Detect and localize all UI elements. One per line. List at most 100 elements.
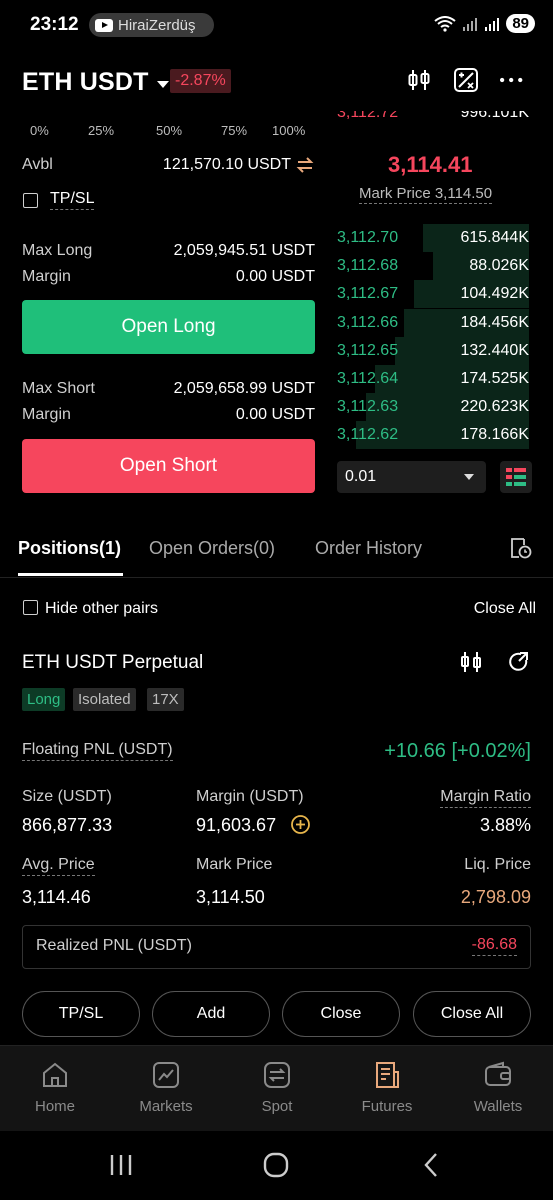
bid-qty: 88.026K <box>469 257 529 275</box>
transfer-icon[interactable] <box>296 157 314 173</box>
home-button-icon[interactable] <box>262 1151 290 1179</box>
bid-price: 3,112.68 <box>337 257 399 275</box>
price-change-badge: -2.87% <box>170 69 231 93</box>
tab-positions[interactable]: Positions(1) <box>18 538 121 559</box>
margin-value: 91,603.67 <box>196 815 277 835</box>
bid-price: 3,112.63 <box>337 398 399 416</box>
battery-indicator: 89 <box>506 14 535 33</box>
last-price: 3,114.41 <box>388 152 473 177</box>
bid-row[interactable]: 3,112.66 184.456K <box>337 308 529 337</box>
short-margin-value: 0.00 USDT <box>235 406 315 423</box>
margin-mode-tag: Isolated <box>73 688 136 711</box>
percent-mark[interactable]: 0% <box>30 123 49 138</box>
ask-qty: 996.101K <box>460 111 529 121</box>
top-ask-row[interactable]: 3,112.72 996.101K <box>337 111 529 128</box>
margin-ratio-value: 3.88% <box>479 815 531 835</box>
bid-row[interactable]: 3,112.70 615.844K <box>337 224 529 252</box>
nav-spot[interactable]: Spot <box>232 1060 322 1115</box>
realized-pnl-label: Realized PNL (USDT) <box>36 937 192 954</box>
wifi-icon <box>434 15 456 32</box>
tpsl-button[interactable]: TP/SL <box>22 991 140 1037</box>
hide-other-pairs-label[interactable]: Hide other pairs <box>45 600 158 618</box>
close-button[interactable]: Close <box>282 991 400 1037</box>
margin-ratio-label[interactable]: Margin Ratio <box>440 788 531 808</box>
add-margin-icon[interactable] <box>290 814 311 835</box>
floating-pnl-value: +10.66 [+0.02%] <box>384 740 531 762</box>
bid-price: 3,112.67 <box>337 285 399 303</box>
close-all-button[interactable]: Close All <box>413 991 531 1037</box>
add-button[interactable]: Add <box>152 991 270 1037</box>
floating-pnl-label[interactable]: Floating PNL (USDT) <box>22 741 173 761</box>
size-value: 866,877.33 <box>22 815 113 835</box>
bid-row[interactable]: 3,112.64 174.525K <box>337 365 529 393</box>
tabs-divider <box>0 577 553 578</box>
recent-apps-icon[interactable] <box>108 1153 134 1177</box>
bid-price: 3,112.70 <box>337 229 399 246</box>
max-long-label: Max Long <box>22 242 93 259</box>
active-tab-indicator <box>18 573 123 576</box>
status-time: 23:12 <box>30 14 79 35</box>
chevron-down-icon <box>156 81 169 88</box>
open-long-button[interactable]: Open Long <box>22 300 315 354</box>
bid-price: 3,112.66 <box>337 313 399 331</box>
orderbook-mark-price: Mark Price 3,114.50 <box>359 185 493 204</box>
bid-row[interactable]: 3,112.62 178.166K <box>337 421 529 450</box>
hide-other-pairs-checkbox[interactable] <box>23 600 38 615</box>
wallet-icon <box>485 1061 511 1086</box>
percent-mark[interactable]: 50% <box>156 123 182 138</box>
depth-select[interactable]: 0.01 <box>337 461 486 493</box>
percent-mark[interactable]: 25% <box>88 123 114 138</box>
long-margin-value: 0.00 USDT <box>235 268 315 285</box>
realized-pnl-value[interactable]: -86.68 <box>471 936 517 956</box>
liq-price-value: 2,798.09 <box>460 887 531 907</box>
pair-selector[interactable]: ETH USDT <box>22 68 169 97</box>
avg-price-label[interactable]: Avg. Price <box>22 856 95 876</box>
tpsl-label[interactable]: TP/SL <box>50 190 95 210</box>
history-icon[interactable] <box>507 535 533 561</box>
nav-label: Futures <box>361 1098 413 1115</box>
tpsl-checkbox[interactable] <box>23 193 38 208</box>
open-short-button[interactable]: Open Short <box>22 439 315 493</box>
ask-price: 3,112.72 <box>337 111 399 121</box>
bid-qty: 178.166K <box>460 426 529 444</box>
tab-open-orders[interactable]: Open Orders(0) <box>149 538 275 559</box>
bid-qty: 615.844K <box>460 229 529 246</box>
percent-mark[interactable]: 75% <box>221 123 247 138</box>
candlestick-chart-icon[interactable] <box>405 66 433 94</box>
markets-icon <box>153 1062 179 1088</box>
bid-row[interactable]: 3,112.68 88.026K <box>337 252 529 281</box>
nav-futures[interactable]: Futures <box>342 1060 432 1115</box>
bid-row[interactable]: 3,112.65 132.440K <box>337 336 529 365</box>
nav-wallets[interactable]: Wallets <box>453 1060 543 1115</box>
bid-qty: 220.623K <box>460 398 529 416</box>
nav-markets[interactable]: Markets <box>121 1060 211 1115</box>
futures-icon <box>376 1062 399 1088</box>
bid-row[interactable]: 3,112.63 220.623K <box>337 393 529 422</box>
bid-price: 3,112.62 <box>337 426 399 444</box>
calculator-icon[interactable] <box>452 66 480 94</box>
close-all-link[interactable]: Close All <box>474 600 536 618</box>
chevron-down-icon <box>464 474 474 480</box>
pair-name: ETH USDT <box>22 68 149 96</box>
liq-price-label: Liq. Price <box>464 856 531 873</box>
short-margin-label: Margin <box>22 406 71 423</box>
realized-pnl-box: Realized PNL (USDT) -86.68 <box>22 925 531 969</box>
orderbook-layout-button[interactable] <box>500 461 532 493</box>
percent-mark[interactable]: 100% <box>272 123 305 138</box>
signal-icon-2 <box>485 17 500 31</box>
candlestick-chart-icon[interactable] <box>459 649 483 675</box>
nav-label: Markets <box>139 1098 193 1115</box>
tab-order-history[interactable]: Order History <box>315 538 422 559</box>
bid-row[interactable]: 3,112.67 104.492K <box>337 280 529 309</box>
leverage-tag: 17X <box>147 688 184 711</box>
avg-price-value: 3,114.46 <box>22 887 91 907</box>
more-icon[interactable] <box>498 66 526 94</box>
max-short-label: Max Short <box>22 380 95 397</box>
back-icon[interactable] <box>420 1151 442 1179</box>
share-icon[interactable] <box>507 650 531 674</box>
nav-home[interactable]: Home <box>10 1060 100 1115</box>
notification-pill[interactable]: HiraiZerdüş <box>89 13 214 37</box>
max-short-value: 2,059,658.99 USDT <box>173 380 315 397</box>
bid-qty: 104.492K <box>460 285 529 303</box>
system-nav-bar <box>0 1131 553 1200</box>
